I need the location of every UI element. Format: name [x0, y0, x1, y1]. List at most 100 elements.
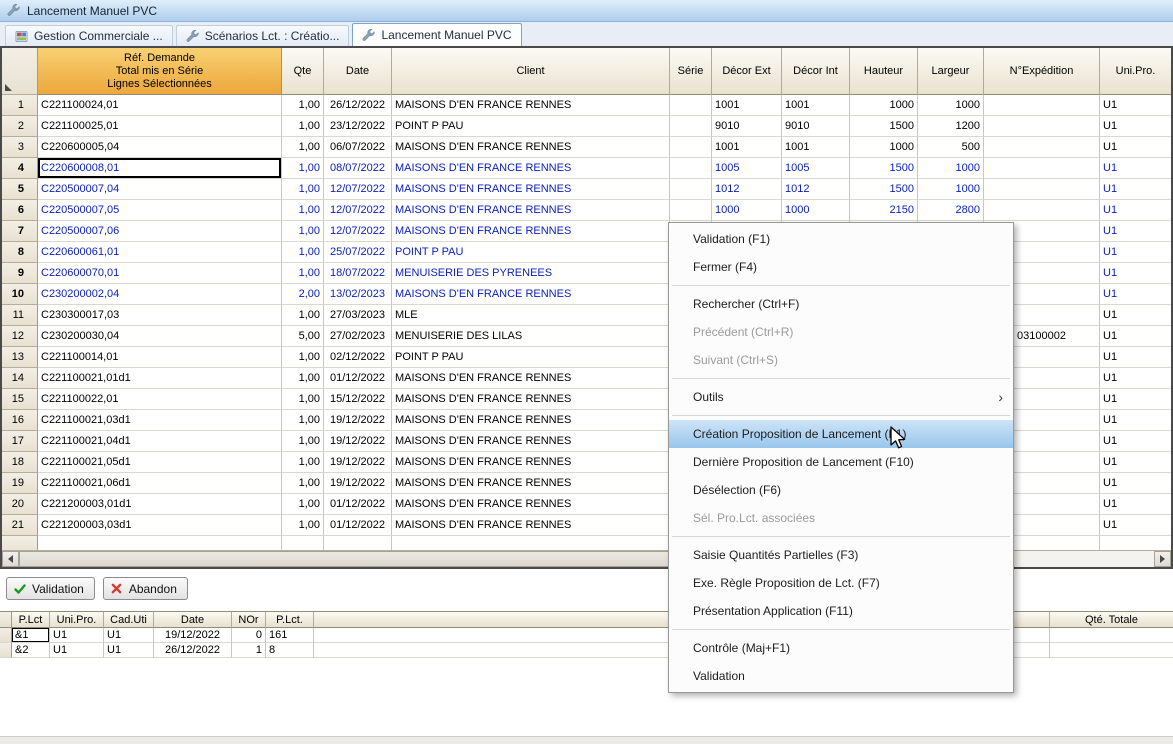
grid-cell[interactable]: U1: [1100, 389, 1171, 410]
grid-cell[interactable]: 8: [266, 643, 314, 658]
grid-cell[interactable]: 18/07/2022: [324, 263, 392, 284]
grid-cell[interactable]: 9010: [712, 116, 782, 137]
grid-cell[interactable]: MAISONS D'EN FRANCE RENNES: [392, 95, 670, 116]
grid-cell[interactable]: 1,00: [282, 515, 324, 536]
grid-cell[interactable]: 1001: [712, 137, 782, 158]
grid-cell[interactable]: 1,00: [282, 452, 324, 473]
column-header[interactable]: NOr: [232, 611, 266, 628]
column-header[interactable]: P.Lct.: [266, 611, 314, 628]
grid-cell[interactable]: U1: [1100, 410, 1171, 431]
grid-cell[interactable]: MAISONS D'EN FRANCE RENNES: [392, 389, 670, 410]
grid-cell[interactable]: U1: [1100, 200, 1171, 221]
context-menu-item[interactable]: Outils›: [669, 383, 1013, 411]
context-menu-item[interactable]: Validation (F1): [669, 225, 1013, 253]
grid-row[interactable]: 6C220500007,051,0012/07/2022MAISONS D'EN…: [2, 200, 1171, 221]
grid-cell[interactable]: 2,00: [282, 284, 324, 305]
grid-cell[interactable]: U1: [1100, 452, 1171, 473]
grid-cell[interactable]: 13/02/2023: [324, 284, 392, 305]
grid-cell[interactable]: MENUISERIE DES PYRENEES: [392, 263, 670, 284]
grid-cell[interactable]: 1,00: [282, 263, 324, 284]
column-header[interactable]: Client: [392, 48, 670, 95]
grid-cell[interactable]: MAISONS D'EN FRANCE RENNES: [392, 473, 670, 494]
grid-cell[interactable]: 26/12/2022: [154, 643, 232, 658]
grid-cell[interactable]: [670, 158, 712, 179]
grid-cell[interactable]: MAISONS D'EN FRANCE RENNES: [392, 200, 670, 221]
column-header-ref-demande[interactable]: Réf. Demande Total mis en Série Lignes S…: [38, 48, 282, 95]
grid-cell[interactable]: 26/12/2022: [324, 95, 392, 116]
grid-cell[interactable]: POINT P PAU: [392, 347, 670, 368]
grid-cell[interactable]: 12/07/2022: [324, 221, 392, 242]
grid-cell[interactable]: [984, 137, 1100, 158]
grid-cell-ref[interactable]: C221100025,01: [38, 116, 282, 137]
row-number-cell[interactable]: 9: [2, 263, 38, 284]
row-number-cell[interactable]: 11: [2, 305, 38, 326]
grid-cell[interactable]: 1,00: [282, 347, 324, 368]
grid-cell[interactable]: POINT P PAU: [392, 116, 670, 137]
grid-cell[interactable]: U1: [1100, 95, 1171, 116]
grid-cell[interactable]: U1: [1100, 305, 1171, 326]
grid-cell[interactable]: 25/07/2022: [324, 242, 392, 263]
grid-cell[interactable]: [670, 95, 712, 116]
row-number-cell[interactable]: 20: [2, 494, 38, 515]
grid-cell[interactable]: [282, 536, 324, 550]
grid-cell[interactable]: [984, 200, 1100, 221]
grid-cell[interactable]: [670, 137, 712, 158]
grid-cell[interactable]: U1: [1100, 347, 1171, 368]
grid-cell[interactable]: U1: [1100, 473, 1171, 494]
scroll-left-button[interactable]: [2, 551, 19, 567]
row-number-cell[interactable]: 16: [2, 410, 38, 431]
grid-cell[interactable]: U1: [1100, 515, 1171, 536]
grid-row[interactable]: 5C220500007,041,0012/07/2022MAISONS D'EN…: [2, 179, 1171, 200]
grid-cell-ref[interactable]: C220600070,01: [38, 263, 282, 284]
grid-cell[interactable]: [1050, 643, 1173, 658]
grid-cell[interactable]: 15/12/2022: [324, 389, 392, 410]
grid-cell[interactable]: 1001: [712, 95, 782, 116]
context-menu-item[interactable]: Création Proposition de Lancement (F1): [669, 420, 1013, 448]
tab-gestion-commerciale[interactable]: Gestion Commerciale ...: [5, 25, 173, 46]
grid-cell[interactable]: MENUISERIE DES LILAS: [392, 326, 670, 347]
grid-cell[interactable]: 9010: [782, 116, 850, 137]
grid-cell[interactable]: MAISONS D'EN FRANCE RENNES: [392, 410, 670, 431]
grid-cell[interactable]: [670, 179, 712, 200]
grid-cell[interactable]: 1005: [712, 158, 782, 179]
context-menu-item[interactable]: Fermer (F4): [669, 253, 1013, 281]
grid-cell-ref[interactable]: C221100014,01: [38, 347, 282, 368]
grid-cell[interactable]: 2150: [850, 200, 918, 221]
grid-cell[interactable]: 23/12/2022: [324, 116, 392, 137]
grid-cell[interactable]: 19/12/2022: [324, 431, 392, 452]
grid-cell-ref[interactable]: C220500007,04: [38, 179, 282, 200]
grid-cell[interactable]: [324, 536, 392, 550]
grid-cell[interactable]: 1000: [918, 179, 984, 200]
grid-cell[interactable]: U1: [104, 643, 154, 658]
grid-cell[interactable]: 02/12/2022: [324, 347, 392, 368]
column-header[interactable]: P.Lct: [12, 611, 50, 628]
grid-cell[interactable]: 1000: [712, 200, 782, 221]
grid-cell-ref[interactable]: C221100021,06d1: [38, 473, 282, 494]
grid-cell-ref[interactable]: C221100021,03d1: [38, 410, 282, 431]
grid-cell[interactable]: 1,00: [282, 410, 324, 431]
grid-cell[interactable]: U1: [1100, 158, 1171, 179]
column-header[interactable]: Qte: [282, 48, 324, 95]
row-number-cell[interactable]: 10: [2, 284, 38, 305]
grid-cell[interactable]: 08/07/2022: [324, 158, 392, 179]
grid-cell[interactable]: 1,00: [282, 95, 324, 116]
column-header[interactable]: Série: [670, 48, 712, 95]
row-number-cell[interactable]: 8: [2, 242, 38, 263]
grid-cell[interactable]: 1012: [712, 179, 782, 200]
grid-cell[interactable]: MAISONS D'EN FRANCE RENNES: [392, 452, 670, 473]
select-all-corner[interactable]: [2, 48, 38, 95]
row-number-cell[interactable]: 14: [2, 368, 38, 389]
context-menu-item[interactable]: Exe. Règle Proposition de Lct. (F7): [669, 569, 1013, 597]
grid-cell[interactable]: U1: [1100, 284, 1171, 305]
grid-cell[interactable]: [670, 200, 712, 221]
column-header[interactable]: Date: [154, 611, 232, 628]
row-number-cell[interactable]: 6: [2, 200, 38, 221]
row-number-cell[interactable]: 21: [2, 515, 38, 536]
grid-cell[interactable]: 1,00: [282, 389, 324, 410]
grid-cell[interactable]: [1100, 536, 1171, 550]
row-number-cell[interactable]: 12: [2, 326, 38, 347]
grid-cell[interactable]: 19/12/2022: [324, 410, 392, 431]
grid-cell[interactable]: [984, 95, 1100, 116]
grid-cell[interactable]: MAISONS D'EN FRANCE RENNES: [392, 368, 670, 389]
grid-cell[interactable]: 1000: [918, 158, 984, 179]
